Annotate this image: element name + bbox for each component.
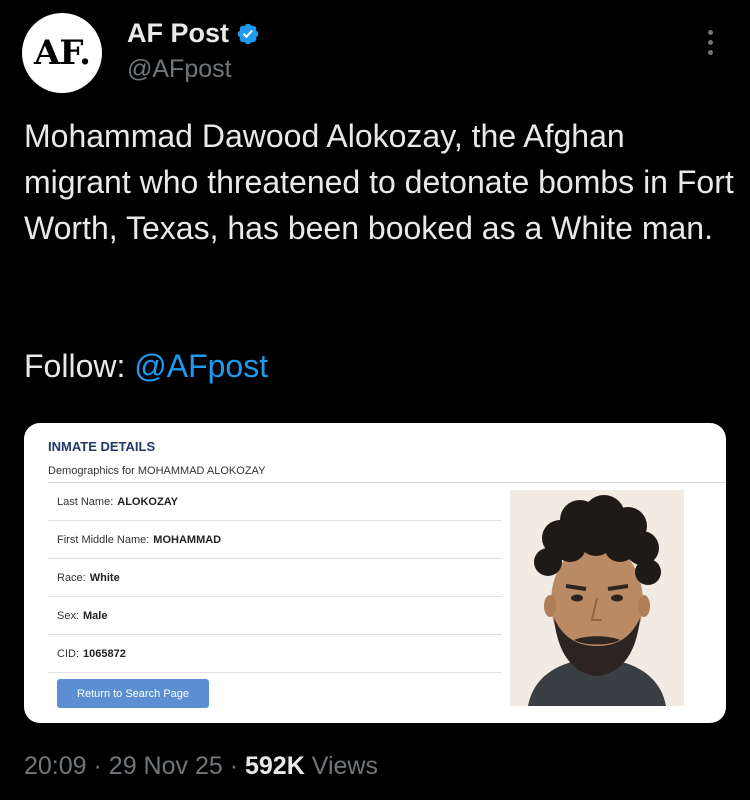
avatar[interactable]: AF.	[22, 13, 102, 93]
author-handle[interactable]: @AFpost	[127, 55, 232, 84]
views-count: 592K	[245, 752, 305, 780]
field-value: 1065872	[83, 647, 126, 660]
field-value: ALOKOZAY	[117, 495, 178, 508]
field-race: Race: White	[48, 559, 502, 597]
field-first-middle-name: First Middle Name: MOHAMMAD	[48, 521, 502, 559]
tweet-date[interactable]: 29 Nov 25	[109, 752, 223, 780]
field-value: MOHAMMAD	[153, 533, 222, 546]
views-label: Views	[311, 752, 378, 780]
follow-line: Follow: @AFpost	[24, 343, 268, 389]
more-options-icon[interactable]	[700, 30, 720, 64]
tweet-meta: 20:09 · 29 Nov 25 · 592K Views	[24, 752, 378, 781]
demographics-subtitle: Demographics for MOHAMMAD ALOKOZAY	[48, 465, 266, 477]
field-label: Sex:	[57, 609, 80, 622]
author-name-row: AF Post	[127, 18, 260, 49]
field-label: First Middle Name:	[57, 533, 150, 546]
meta-separator: ·	[229, 752, 239, 780]
field-label: Race:	[57, 571, 86, 584]
field-label: Last Name:	[57, 495, 114, 508]
tweet-time[interactable]: 20:09	[24, 752, 87, 780]
field-cid: CID: 1065872	[48, 635, 502, 673]
tweet-text: Mohammad Dawood Alokozay, the Afghan mig…	[24, 118, 734, 246]
field-last-name: Last Name: ALOKOZAY	[48, 483, 502, 521]
return-to-search-button[interactable]: Return to Search Page	[57, 679, 209, 708]
field-sex: Sex: Male	[48, 597, 502, 635]
inmate-details-title: INMATE DETAILS	[48, 439, 156, 454]
field-label: CID:	[57, 647, 79, 660]
author-name[interactable]: AF Post	[127, 18, 229, 49]
field-value: White	[89, 571, 120, 584]
inmate-details-image[interactable]: INMATE DETAILS Demographics for MOHAMMAD…	[24, 423, 726, 723]
meta-separator: ·	[93, 752, 102, 780]
inmate-fields-list: Last Name: ALOKOZAY First Middle Name: M…	[48, 483, 502, 673]
field-value: Male	[83, 609, 108, 622]
verified-badge-icon	[237, 23, 259, 44]
follow-handle-link[interactable]: @AFpost	[134, 348, 268, 384]
mugshot-photo	[510, 490, 684, 706]
avatar-logo-text: AF.	[34, 33, 91, 73]
follow-label: Follow:	[24, 348, 126, 384]
